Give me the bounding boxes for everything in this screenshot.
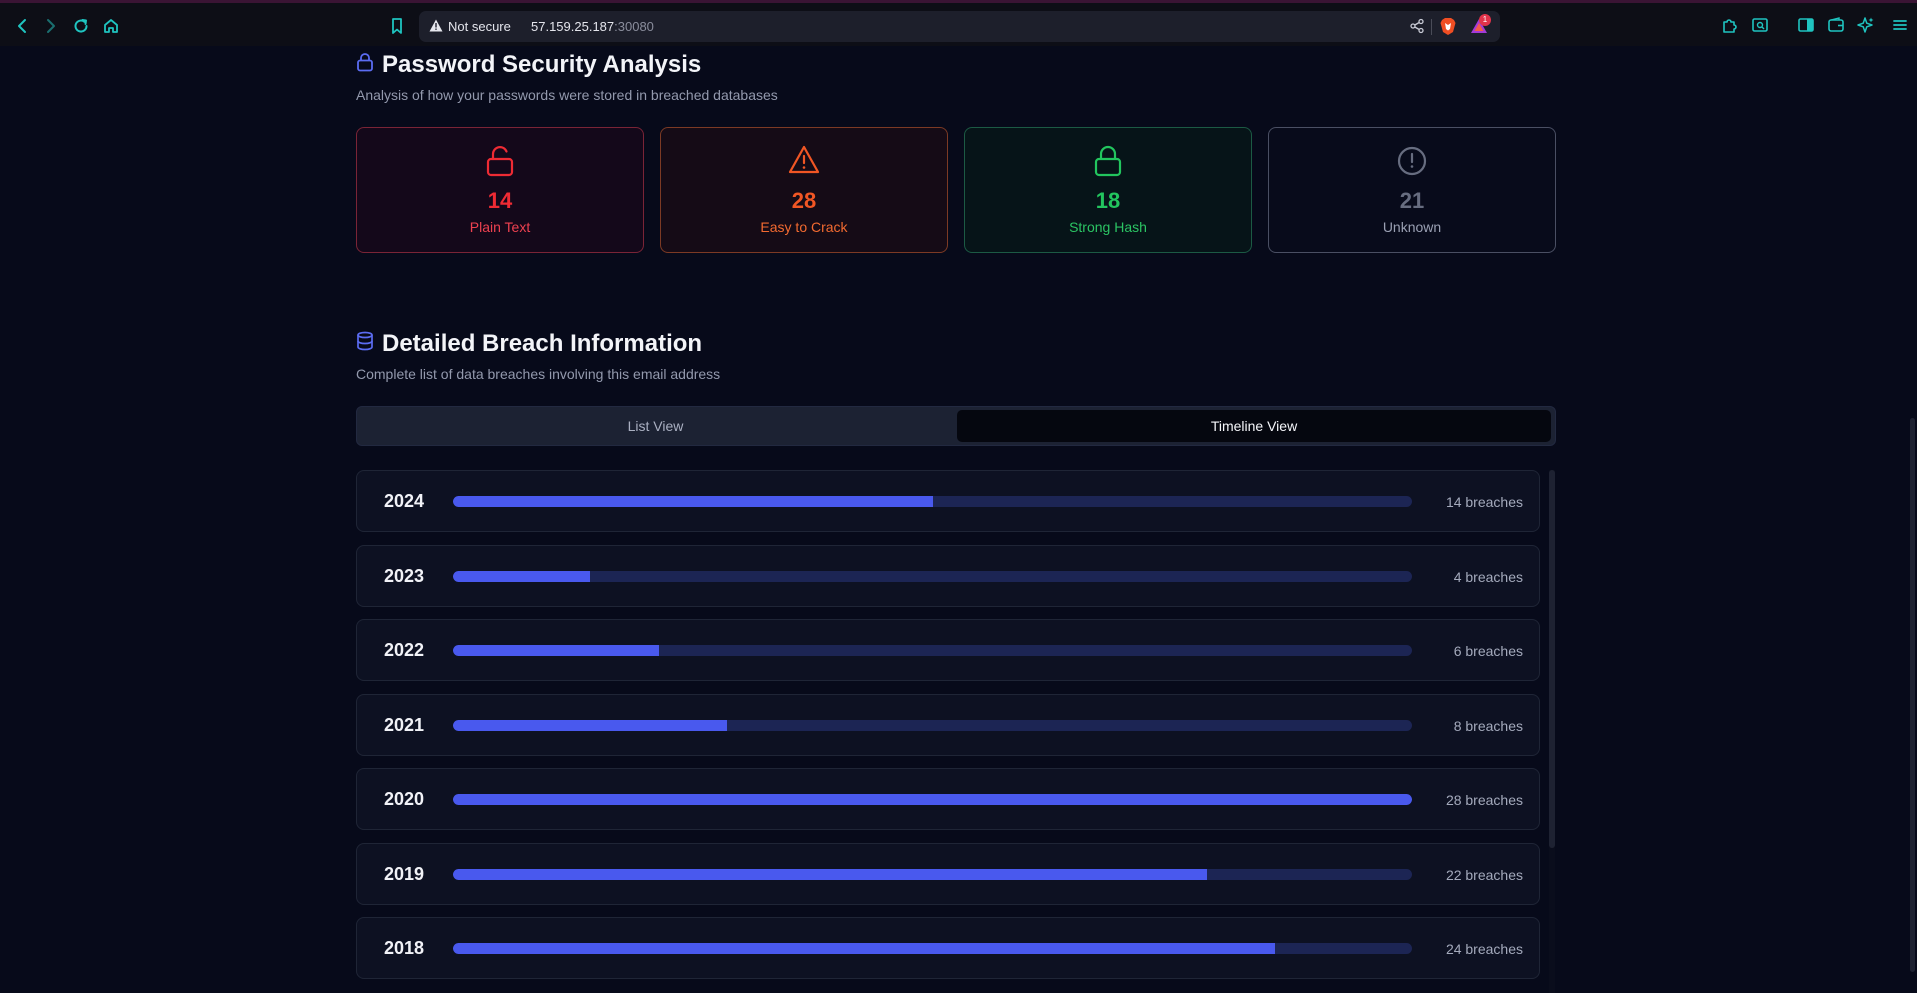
timeline-scrollbar[interactable] <box>1549 470 1555 993</box>
security-label[interactable]: Not secure <box>448 19 511 34</box>
stat-card-strong-hash: 18 Strong Hash <box>964 127 1252 253</box>
timeline-row[interactable]: 2019 22 breaches <box>356 842 1540 905</box>
breach-bar-track <box>453 794 1412 805</box>
breach-bar-fill <box>453 794 1412 805</box>
view-tabs: List View Timeline View <box>356 406 1556 446</box>
back-icon[interactable] <box>11 15 33 37</box>
stat-card-easy-to-crack: 28 Easy to Crack <box>660 127 948 253</box>
breach-info-subtitle: Complete list of data breaches involving… <box>356 366 721 382</box>
breach-bar-fill <box>453 496 933 507</box>
timeline-row[interactable]: 2020 28 breaches <box>356 768 1540 830</box>
timeline-row[interactable]: 2024 14 breaches <box>356 470 1540 532</box>
sidebar-icon[interactable] <box>1797 16 1815 34</box>
url-separator <box>1431 19 1432 35</box>
home-icon[interactable] <box>100 15 122 37</box>
tab-timeline-view[interactable]: Timeline View <box>957 410 1551 442</box>
stat-label: Strong Hash <box>1069 219 1147 235</box>
breach-bar-track <box>453 570 1412 582</box>
breach-bar-fill <box>453 719 727 731</box>
breach-bar-fill <box>453 868 1207 880</box>
lock-icon <box>965 145 1251 177</box>
stat-label: Plain Text <box>469 219 531 235</box>
tab-list-view[interactable]: List View <box>360 410 951 442</box>
breach-bar-fill <box>453 645 659 656</box>
breach-info-header: Detailed Breach Information Complete lis… <box>356 330 720 382</box>
breach-count: 14 breaches <box>1445 494 1523 510</box>
url-text[interactable]: 57.159.25.187:30080 <box>531 19 654 34</box>
reader-icon[interactable] <box>1751 16 1769 34</box>
stat-value: 21 <box>1399 188 1425 213</box>
password-analysis-title: Password Security Analysis <box>382 51 702 78</box>
breach-bar-track <box>453 645 1412 656</box>
stat-label: Easy to Crack <box>760 219 848 235</box>
page-scrollbar[interactable] <box>1908 46 1917 993</box>
url-host: 57.159.25.187 <box>531 19 615 34</box>
breach-bar-track <box>453 943 1412 954</box>
browser-toolbar: Not secure 57.159.25.187:30080 1 <box>0 0 1917 46</box>
stat-card-plain-text: 14 Plain Text <box>356 127 644 253</box>
extensions-icon[interactable] <box>1721 16 1739 34</box>
rewards-badge: 1 <box>1479 14 1491 26</box>
leo-ai-icon[interactable] <box>1857 16 1875 34</box>
section-title: Detailed Breach Information <box>356 330 720 358</box>
unlock-icon <box>357 145 643 177</box>
breach-bar-fill <box>453 943 1275 954</box>
breach-count: 24 breaches <box>1445 941 1523 957</box>
database-icon <box>356 330 374 358</box>
timeline-year: 2023 <box>383 565 425 586</box>
warning-icon[interactable] <box>429 19 443 32</box>
password-stats-cards: 14 Plain Text 28 Easy to Crack 18 Strong… <box>356 127 1556 253</box>
password-analysis-header: Password Security Analysis Analysis of h… <box>356 51 778 103</box>
breach-bar-track <box>453 868 1412 880</box>
breach-count: 4 breaches <box>1453 568 1523 585</box>
timeline-row[interactable]: 2018 24 breaches <box>356 917 1540 979</box>
timeline-row[interactable]: 2021 8 breaches <box>356 693 1540 756</box>
forward-icon[interactable] <box>40 15 62 37</box>
warning-triangle-icon <box>661 145 947 175</box>
url-port: :30080 <box>614 19 654 34</box>
share-icon[interactable] <box>1409 18 1425 34</box>
timeline-year: 2022 <box>383 640 425 660</box>
alert-circle-icon <box>1269 145 1555 177</box>
stat-card-unknown: 21 Unknown <box>1268 127 1556 253</box>
timeline-year: 2020 <box>383 789 425 809</box>
timeline-row[interactable]: 2022 6 breaches <box>356 619 1540 681</box>
menu-icon[interactable] <box>1891 16 1909 34</box>
address-bar[interactable]: Not secure 57.159.25.187:30080 1 <box>419 11 1500 42</box>
stat-label: Unknown <box>1382 219 1442 235</box>
reload-icon[interactable] <box>70 15 92 37</box>
timeline-row[interactable]: 2023 4 breaches <box>356 544 1540 607</box>
breach-bar-track <box>453 719 1412 731</box>
breach-bar-fill <box>453 570 590 582</box>
brave-shields-icon[interactable] <box>1439 17 1457 36</box>
breach-bar-track <box>453 496 1412 507</box>
breach-count: 8 breaches <box>1453 717 1523 734</box>
timeline-year: 2018 <box>383 938 425 958</box>
scrollbar-thumb[interactable] <box>1549 470 1555 848</box>
page-scrollbar-thumb[interactable] <box>1910 418 1915 972</box>
breach-timeline: 2024 14 breaches 2023 4 breaches 2022 6 breac… <box>356 470 1556 993</box>
lock-icon <box>356 51 374 79</box>
timeline-year: 2019 <box>383 863 425 884</box>
breach-info-title: Detailed Breach Information <box>382 330 703 357</box>
breach-count: 22 breaches <box>1445 866 1523 883</box>
timeline-year: 2024 <box>383 491 425 511</box>
bookmark-icon[interactable] <box>386 15 408 37</box>
breach-count: 6 breaches <box>1453 643 1523 659</box>
section-title: Password Security Analysis <box>356 51 778 79</box>
breach-count: 28 breaches <box>1445 792 1523 808</box>
stat-value: 28 <box>791 188 817 213</box>
timeline-year: 2021 <box>383 714 425 735</box>
password-analysis-subtitle: Analysis of how your passwords were stor… <box>356 87 778 103</box>
stat-value: 14 <box>487 188 513 213</box>
stat-value: 18 <box>1095 188 1121 213</box>
wallet-icon[interactable] <box>1827 16 1845 34</box>
